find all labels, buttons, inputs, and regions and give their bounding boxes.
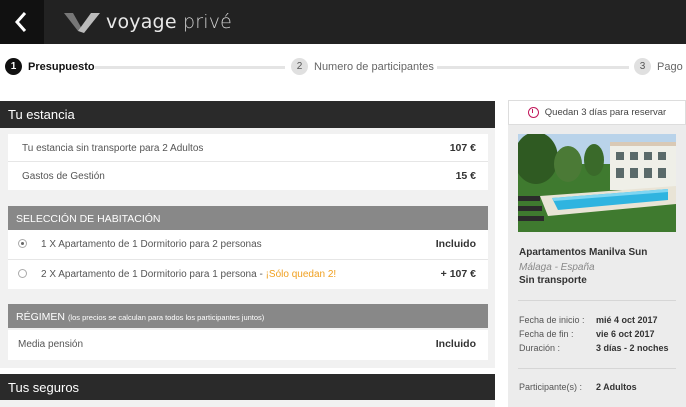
detail-value: vie 6 oct 2017 bbox=[596, 329, 655, 339]
detail-value: mié 4 oct 2017 bbox=[596, 315, 658, 325]
step-number: 1 bbox=[5, 58, 22, 75]
stay-row: Gastos de Gestión 15 € bbox=[8, 162, 488, 190]
hotel-name: Apartamentos Manilva Sun bbox=[519, 247, 648, 258]
hotel-photo bbox=[518, 134, 676, 232]
top-bar: voyage privé bbox=[0, 0, 686, 44]
step-label: Pago bbox=[657, 60, 683, 73]
progress-steps: 1 Presupuesto 2 Numero de participantes … bbox=[0, 44, 686, 90]
divider bbox=[518, 368, 676, 369]
logo-text-main: voyage bbox=[106, 11, 177, 33]
room-option-label: 2 X Apartamento de 1 Dormitorio para 1 p… bbox=[41, 269, 337, 280]
detail-value: 3 días - 2 noches bbox=[596, 343, 669, 353]
room-radio[interactable] bbox=[18, 269, 27, 278]
room-radio[interactable] bbox=[18, 239, 27, 248]
room-option[interactable]: 2 X Apartamento de 1 Dormitorio para 1 p… bbox=[8, 260, 488, 289]
end-date-row: Fecha de fin : vie 6 oct 2017 bbox=[519, 329, 655, 339]
step-number: 3 bbox=[634, 58, 651, 75]
regime-note: (los precios se calculan para todos los … bbox=[67, 313, 265, 322]
stay-row-value: 107 € bbox=[449, 142, 476, 154]
chevron-left-icon bbox=[14, 12, 27, 32]
participants-row: Participante(s) : 2 Adultos bbox=[519, 382, 637, 392]
stay-row-label: Tu estancia sin transporte para 2 Adulto… bbox=[22, 143, 204, 154]
room-option-price: Incluido bbox=[435, 238, 476, 250]
booking-countdown: Quedan 3 días para reservar bbox=[508, 100, 686, 125]
insurance-panel bbox=[0, 400, 495, 407]
room-selection-title: SELECCIÓN DE HABITACIÓN bbox=[8, 206, 488, 230]
room-option-price: + 107 € bbox=[440, 268, 476, 280]
step-label: Numero de participantes bbox=[314, 60, 434, 73]
logo[interactable]: voyage privé bbox=[64, 8, 232, 36]
logo-text-accent: privé bbox=[182, 11, 233, 33]
hotel-photo-image bbox=[518, 134, 676, 232]
regime-card: Media pensión Incluido bbox=[8, 330, 488, 360]
step-pago: 3 Pago bbox=[634, 58, 683, 75]
hotel-location: Málaga - España bbox=[519, 262, 595, 273]
duration-row: Duración : 3 días - 2 noches bbox=[519, 343, 669, 353]
detail-label: Fecha de inicio : bbox=[519, 315, 585, 325]
stay-row-label: Gastos de Gestión bbox=[22, 171, 105, 182]
stay-row-value: 15 € bbox=[455, 170, 476, 182]
back-button[interactable] bbox=[0, 0, 44, 44]
stay-section-title: Tu estancia bbox=[0, 101, 495, 128]
divider bbox=[518, 300, 676, 301]
clock-icon bbox=[527, 107, 539, 118]
detail-label: Duración : bbox=[519, 343, 561, 353]
transport-info: Sin transporte bbox=[519, 275, 587, 286]
regime-title: RÉGIMEN (los precios se calculan para to… bbox=[8, 304, 488, 328]
stay-summary: Tu estancia sin transporte para 2 Adulto… bbox=[8, 134, 488, 190]
regime-label: Media pensión bbox=[18, 339, 84, 350]
step-presupuesto: 1 Presupuesto bbox=[5, 58, 95, 75]
insurance-section-title: Tus seguros bbox=[0, 374, 495, 400]
room-options: 1 X Apartamento de 1 Dormitorio para 2 p… bbox=[8, 230, 488, 289]
step-label: Presupuesto bbox=[28, 60, 95, 73]
step-participantes: 2 Numero de participantes bbox=[291, 58, 434, 75]
regime-title-text: RÉGIMEN bbox=[16, 311, 66, 323]
logo-mark-icon bbox=[64, 13, 100, 33]
availability-warning: ¡Sólo quedan 2! bbox=[265, 269, 337, 280]
start-date-row: Fecha de inicio : mié 4 oct 2017 bbox=[519, 315, 658, 325]
participants-value: 2 Adultos bbox=[596, 382, 637, 392]
room-option[interactable]: 1 X Apartamento de 1 Dormitorio para 2 p… bbox=[8, 230, 488, 260]
stay-row: Tu estancia sin transporte para 2 Adulto… bbox=[8, 134, 488, 162]
detail-label: Fecha de fin : bbox=[519, 329, 574, 339]
countdown-text: Quedan 3 días para reservar bbox=[544, 107, 667, 118]
room-option-label: 1 X Apartamento de 1 Dormitorio para 2 p… bbox=[41, 239, 262, 250]
participants-label: Participante(s) : bbox=[519, 382, 583, 392]
step-connector bbox=[95, 66, 285, 69]
step-number: 2 bbox=[291, 58, 308, 75]
regime-value: Incluido bbox=[435, 338, 476, 350]
step-connector bbox=[437, 66, 629, 69]
regime-row: Media pensión Incluido bbox=[8, 330, 488, 360]
